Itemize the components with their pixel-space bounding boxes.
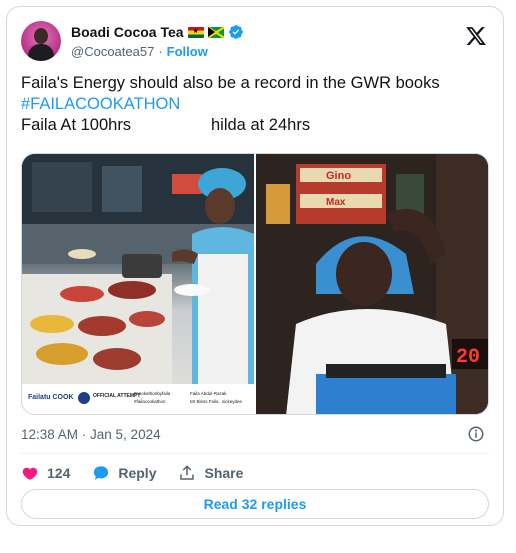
author-display-name[interactable]: Boadi Cocoa Tea bbox=[71, 24, 184, 40]
caption-handle-2: Mr Bless Faila bbox=[190, 399, 219, 404]
tweet-header: Boadi Cocoa Tea @Cocoatea57 · Follow bbox=[21, 21, 489, 65]
reply-bubble-icon bbox=[94, 466, 109, 480]
handle-separator: · bbox=[158, 44, 163, 59]
sign-text-bottom: Max bbox=[326, 197, 346, 208]
caption-tag-2: #failacookathon bbox=[134, 399, 166, 404]
jamaica-flag-icon bbox=[207, 26, 224, 38]
brand-caption: Failatu COOK bbox=[28, 394, 74, 401]
author-info: Boadi Cocoa Tea @Cocoatea57 · Follow bbox=[71, 23, 244, 59]
share-icon bbox=[180, 465, 195, 480]
tweet-actions: 124 Reply Share bbox=[21, 463, 265, 483]
reply-label: Reply bbox=[118, 465, 157, 481]
caption-tag-1: #cookathonbyfaila bbox=[134, 391, 171, 396]
tweet-line-3-right: hilda at 24hrs bbox=[211, 116, 311, 134]
caption-handle-3: sickeydee bbox=[222, 399, 243, 404]
x-logo-icon[interactable] bbox=[465, 25, 487, 47]
ghana-flag-icon bbox=[187, 26, 204, 38]
avatar[interactable] bbox=[21, 21, 61, 61]
tweet-card: Boadi Cocoa Tea @Cocoatea57 · Follow Fai… bbox=[6, 6, 504, 526]
share-button[interactable]: Share bbox=[178, 464, 243, 482]
info-icon[interactable] bbox=[467, 425, 485, 443]
hashtag-link[interactable]: #FAILACOOKATHON bbox=[21, 94, 491, 115]
read-replies-button[interactable]: Read 32 replies bbox=[21, 489, 489, 519]
tweet-media[interactable]: Failatu COOK OFFICIAL ATTEMPT #cookathon… bbox=[21, 153, 489, 415]
clock-display: 20 bbox=[456, 346, 480, 369]
like-button[interactable]: 124 bbox=[21, 464, 70, 482]
tweet-line-1: Faila's Energy should also be a record i… bbox=[21, 74, 440, 92]
tweet-text: Faila's Energy should also be a record i… bbox=[21, 73, 491, 136]
caption-handle-1: Faila Abdul-Razak bbox=[190, 391, 227, 396]
like-count: 124 bbox=[47, 465, 71, 481]
tweet-timestamp[interactable]: 12:38 AM · Jan 5, 2024 bbox=[21, 427, 161, 442]
author-handle[interactable]: @Cocoatea57 bbox=[71, 44, 154, 59]
tweet-line-3-left: Faila At 100hrs bbox=[21, 116, 132, 134]
reply-button[interactable]: Reply bbox=[92, 464, 156, 482]
heart-icon bbox=[22, 467, 38, 480]
verified-badge-icon bbox=[228, 25, 243, 39]
follow-button[interactable]: Follow bbox=[167, 44, 208, 59]
share-label: Share bbox=[204, 465, 244, 481]
sign-text-top: Gino bbox=[326, 170, 351, 182]
cooking-photo[interactable]: Failatu COOK OFFICIAL ATTEMPT #cookathon… bbox=[22, 154, 254, 414]
hilda-photo[interactable]: Gino Max 20 bbox=[256, 154, 488, 414]
divider bbox=[21, 453, 489, 454]
